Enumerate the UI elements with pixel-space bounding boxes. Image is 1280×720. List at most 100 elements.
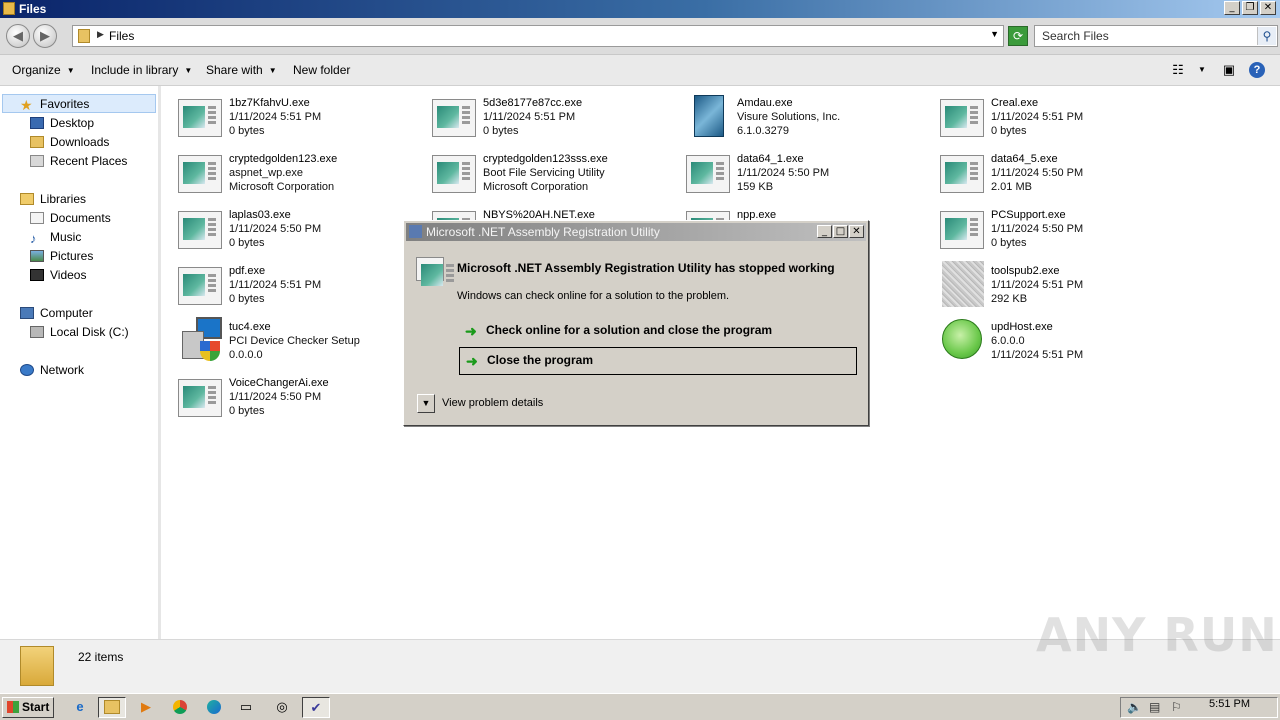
file-item[interactable]: 1bz7KfahvU.exe 1/11/2024 5:51 PM 0 bytes bbox=[178, 97, 428, 147]
preview-pane-icon[interactable]: ▣ bbox=[1221, 62, 1237, 78]
file-name: Creal.exe bbox=[991, 97, 1039, 109]
nav-documents[interactable]: Documents bbox=[30, 209, 111, 227]
expand-details-button[interactable]: ▼ bbox=[417, 394, 435, 413]
view-options-icon[interactable]: ☷ bbox=[1170, 62, 1186, 78]
file-item[interactable]: cryptedgolden123sss.exe Boot File Servic… bbox=[432, 153, 682, 203]
file-item[interactable]: PCSupport.exe 1/11/2024 5:50 PM 0 bytes bbox=[940, 209, 1190, 259]
address-path[interactable]: Files bbox=[109, 29, 134, 43]
search-icon[interactable]: ⚲ bbox=[1257, 27, 1276, 45]
dialog-minimize-button[interactable]: _ bbox=[817, 225, 832, 238]
chevron-down-icon[interactable]: ▼ bbox=[990, 29, 999, 39]
nav-pictures[interactable]: Pictures bbox=[30, 247, 93, 265]
nav-local-disk[interactable]: Local Disk (C:) bbox=[30, 323, 129, 341]
file-item[interactable]: updHost.exe 6.0.0.0 1/11/2024 5:51 PM bbox=[940, 319, 1190, 371]
share-with-button[interactable]: Share with ▼ bbox=[206, 63, 277, 77]
file-detail: 0 bytes bbox=[991, 237, 1027, 249]
file-item[interactable]: laplas03.exe 1/11/2024 5:50 PM 0 bytes bbox=[178, 209, 428, 259]
nav-recent-label: Recent Places bbox=[50, 154, 128, 168]
nav-libraries[interactable]: Libraries bbox=[20, 190, 86, 208]
media-player-icon[interactable]: ▶ bbox=[132, 697, 160, 718]
file-item[interactable]: Creal.exe 1/11/2024 5:51 PM 0 bytes bbox=[940, 97, 1190, 147]
file-item[interactable]: data64_5.exe 1/11/2024 5:50 PM 2.01 MB bbox=[940, 153, 1190, 203]
nav-recent-places[interactable]: Recent Places bbox=[30, 152, 127, 170]
file-item[interactable]: VoiceChangerAi.exe 1/11/2024 5:50 PM 0 b… bbox=[178, 377, 428, 427]
dialog-close-button[interactable]: ✕ bbox=[849, 225, 864, 238]
file-detail: 292 KB bbox=[991, 293, 1028, 305]
nav-computer-label: Computer bbox=[40, 306, 93, 320]
forward-button[interactable]: ▶ bbox=[33, 24, 57, 48]
close-program-button[interactable]: ➜ Close the program bbox=[459, 347, 857, 375]
file-detail: 1/11/2024 5:51 PM bbox=[991, 349, 1084, 361]
dialog-maximize-button[interactable]: □ bbox=[833, 225, 848, 238]
nav-favorites[interactable]: ★ Favorites bbox=[20, 95, 89, 113]
file-detail: 6.1.0.3279 bbox=[737, 125, 789, 137]
dialog-title-bar: Microsoft .NET Assembly Registration Uti… bbox=[406, 223, 866, 241]
exe-icon bbox=[940, 99, 984, 137]
include-label: Include in library bbox=[91, 63, 179, 77]
app-window-icon[interactable]: ▭ bbox=[232, 697, 260, 718]
nav-libraries-label: Libraries bbox=[40, 192, 87, 206]
search-placeholder[interactable]: Search Files bbox=[1042, 29, 1109, 43]
exe-icon bbox=[432, 99, 476, 137]
clock: 5:51 PM bbox=[1209, 698, 1250, 710]
help-icon[interactable]: ? bbox=[1249, 62, 1265, 78]
file-item[interactable]: toolspub2.exe 1/11/2024 5:51 PM 292 KB bbox=[940, 261, 1190, 315]
start-label: Start bbox=[22, 700, 50, 714]
nav-videos[interactable]: Videos bbox=[30, 266, 86, 284]
nav-desktop-label: Desktop bbox=[50, 116, 95, 130]
nav-desktop[interactable]: Desktop bbox=[30, 114, 94, 132]
file-detail: aspnet_wp.exe bbox=[229, 167, 303, 179]
view-dropdown-icon[interactable]: ▼ bbox=[1194, 62, 1210, 78]
edge-icon[interactable] bbox=[200, 697, 228, 718]
file-item[interactable]: tuc4.exe PCI Device Checker Setup 0.0.0.… bbox=[178, 317, 428, 371]
settings-app-icon[interactable]: ◎ bbox=[268, 697, 296, 718]
view-problem-details-link[interactable]: View problem details bbox=[442, 397, 543, 409]
file-item[interactable]: data64_1.exe 1/11/2024 5:50 PM 159 KB bbox=[686, 153, 936, 203]
chrome-icon[interactable] bbox=[166, 697, 194, 718]
desktop-icon bbox=[30, 117, 44, 129]
file-item[interactable]: pdf.exe 1/11/2024 5:51 PM 0 bytes bbox=[178, 265, 428, 315]
network-icon bbox=[20, 364, 34, 376]
file-item[interactable]: cryptedgolden123.exe aspnet_wp.exe Micro… bbox=[178, 153, 428, 203]
windows-logo-icon bbox=[7, 701, 19, 713]
check-online-button[interactable]: ➜ Check online for a solution and close … bbox=[459, 318, 857, 344]
star-icon: ★ bbox=[20, 97, 33, 113]
nav-music[interactable]: ♪ Music bbox=[30, 228, 81, 246]
organize-button[interactable]: Organize ▼ bbox=[12, 63, 75, 77]
exe-icon bbox=[178, 211, 222, 249]
file-detail: 0 bytes bbox=[229, 237, 265, 249]
start-button[interactable]: Start bbox=[2, 697, 54, 718]
nav-network-label: Network bbox=[40, 363, 85, 377]
explorer-taskbar-icon[interactable] bbox=[98, 697, 126, 718]
file-item[interactable]: Amdau.exe Visure Solutions, Inc. 6.1.0.3… bbox=[686, 95, 936, 147]
refresh-button[interactable]: ⟳ bbox=[1008, 26, 1028, 46]
file-detail: 0 bytes bbox=[229, 405, 265, 417]
nav-network[interactable]: Network bbox=[20, 361, 84, 379]
search-input[interactable]: Search Files ⚲ bbox=[1034, 25, 1278, 47]
minimize-button[interactable]: _ bbox=[1224, 1, 1240, 15]
nav-downloads[interactable]: Downloads bbox=[30, 133, 109, 151]
include-in-library-button[interactable]: Include in library ▼ bbox=[91, 63, 192, 77]
file-name: pdf.exe bbox=[229, 265, 266, 277]
restore-button[interactable]: ❐ bbox=[1242, 1, 1258, 15]
organize-label: Organize bbox=[12, 63, 61, 77]
volume-icon[interactable]: 🔈 bbox=[1127, 700, 1142, 714]
file-detail: 1/11/2024 5:51 PM bbox=[991, 111, 1084, 123]
file-detail: 2.01 MB bbox=[991, 181, 1032, 193]
address-bar[interactable]: ▶ Files ▼ bbox=[72, 25, 1004, 47]
new-folder-button[interactable]: New folder bbox=[293, 63, 350, 77]
check-online-label: Check online for a solution and close th… bbox=[486, 323, 773, 337]
breadcrumb-chevron-icon[interactable]: ▶ bbox=[97, 29, 104, 40]
file-name: data64_5.exe bbox=[991, 153, 1058, 165]
error-report-taskbar-icon[interactable]: ✔ bbox=[302, 697, 330, 718]
item-count: 22 items bbox=[78, 650, 124, 664]
exe-icon bbox=[416, 257, 454, 286]
back-button[interactable]: ◀ bbox=[6, 24, 30, 48]
file-item[interactable]: 5d3e8177e87cc.exe 1/11/2024 5:51 PM 0 by… bbox=[432, 97, 682, 147]
close-button[interactable]: ✕ bbox=[1260, 1, 1276, 15]
internet-explorer-icon[interactable]: e bbox=[66, 697, 94, 718]
network-tray-icon[interactable]: ▤ bbox=[1149, 700, 1160, 714]
flag-icon[interactable]: ⚐ bbox=[1171, 700, 1182, 714]
nav-computer[interactable]: Computer bbox=[20, 304, 93, 322]
green-circle-icon bbox=[942, 319, 982, 359]
